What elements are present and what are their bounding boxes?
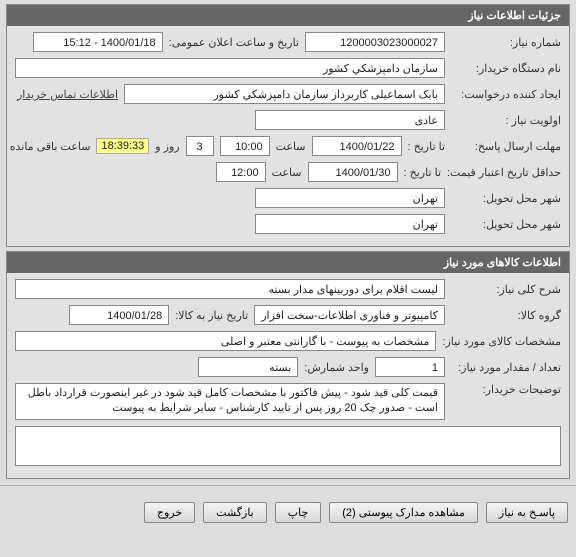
goods-body: شرح کلی نیاز: لیست اقلام برای دوربینهای … [7, 273, 569, 478]
remaining-days-field: 3 [186, 136, 214, 156]
row-need-number: شماره نیاز: 1200003023000027 تاریخ و ساع… [15, 32, 561, 52]
delivery-city-field-2: تهران [255, 214, 445, 234]
row-delivery-city-1: شهر محل تحویل: تهران [15, 188, 561, 208]
remaining-tail-label: ساعت باقی مانده [10, 140, 91, 153]
divider [0, 485, 576, 486]
spec-label: مشخصات کالای مورد نیاز: [442, 335, 561, 348]
row-spec: مشخصات کالای مورد نیاز: مشخصات به پیوست … [15, 331, 561, 351]
general-desc-label: شرح کلی نیاز: [451, 283, 561, 296]
unit-label: واحد شمارش: [304, 361, 369, 374]
announce-datetime-field: 1400/01/18 - 15:12 [33, 32, 163, 52]
min-valid-time-field: 12:00 [216, 162, 266, 182]
row-general-desc: شرح کلی نیاز: لیست اقلام برای دوربینهای … [15, 279, 561, 299]
need-details-panel: جزئیات اطلاعات نیاز شماره نیاز: 12000030… [6, 4, 570, 247]
need-details-body: شماره نیاز: 1200003023000027 تاریخ و ساع… [7, 26, 569, 246]
need-date-goods-label: تاریخ نیاز به کالا: [175, 309, 248, 322]
row-qty: تعداد / مقدار مورد نیاز: 1 واحد شمارش: ب… [15, 357, 561, 377]
min-valid-until-label: تا تاریخ : [404, 166, 441, 179]
buyer-notes-field: قیمت کلی قید شود - پیش فاکتور با مشخصات … [15, 383, 445, 420]
row-deadline: مهلت ارسال پاسخ: تا تاریخ : 1400/01/22 س… [15, 136, 561, 156]
creator-field: بابک اسماعیلی کاربرداز سازمان دامپزشکي ک… [124, 84, 445, 104]
print-button[interactable]: چاپ [275, 502, 322, 523]
exit-button[interactable]: خروج [144, 502, 195, 523]
goods-panel: اطلاعات کالاهای مورد نیاز شرح کلی نیاز: … [6, 251, 570, 479]
remaining-days-label: روز و [155, 140, 179, 153]
announce-datetime-label: تاریخ و ساعت اعلان عمومی: [169, 36, 299, 49]
row-group: گروه کالا: کامپیوتر و فناوری اطلاعات-سخت… [15, 305, 561, 325]
view-attachments-button[interactable]: مشاهده مدارک پیوستی (2) [329, 502, 478, 523]
qty-label: تعداد / مقدار مورد نیاز: [451, 361, 561, 374]
deadline-time-field: 10:00 [220, 136, 270, 156]
row-min-valid: حداقل تاریخ اعتبار قیمت: تا تاریخ : 1400… [15, 162, 561, 182]
row-creator: ایجاد کننده درخواست: بابک اسماعیلی کاربر… [15, 84, 561, 104]
delivery-city-label-1: شهر محل تحویل: [451, 192, 561, 205]
notes-textarea[interactable] [15, 426, 561, 466]
buyer-notes-label: توضیحات خریدار: [451, 383, 561, 396]
remaining-time-highlight: 18:39:33 [96, 138, 149, 154]
need-number-label: شماره نیاز: [451, 36, 561, 49]
group-field: کامپیوتر و فناوری اطلاعات-سخت افزار [254, 305, 445, 325]
need-details-header: جزئیات اطلاعات نیاز [7, 5, 569, 26]
button-bar: پاسـخ به نیاز مشاهده مدارک پیوستی (2) چا… [0, 492, 576, 529]
creator-label: ایجاد کننده درخواست: [451, 88, 561, 101]
reply-button[interactable]: پاسـخ به نیاز [486, 502, 568, 523]
delivery-city-field-1: تهران [255, 188, 445, 208]
back-button[interactable]: بازگشت [203, 502, 267, 523]
deadline-date-field: 1400/01/22 [312, 136, 402, 156]
row-delivery-city-2: شهر محل تحویل: تهران [15, 214, 561, 234]
contact-buyer-link[interactable]: اطلاعات تماس خریدار [17, 88, 118, 101]
group-label: گروه کالا: [451, 309, 561, 322]
qty-field: 1 [375, 357, 445, 377]
priority-field: عادی [255, 110, 445, 130]
min-valid-date-field: 1400/01/30 [308, 162, 398, 182]
row-org: نام دستگاه خریدار: سازمان دامپزشکي کشور [15, 58, 561, 78]
unit-field: بسته [198, 357, 298, 377]
min-valid-label: حداقل تاریخ اعتبار قیمت: [447, 166, 561, 179]
goods-header: اطلاعات کالاهای مورد نیاز [7, 252, 569, 273]
spec-field: مشخصات به پیوست - با گارانتی معتبر و اصل… [15, 331, 436, 351]
row-priority: اولویت نیاز : عادی [15, 110, 561, 130]
delivery-city-label-2: شهر محل تحویل: [451, 218, 561, 231]
row-buyer-notes: توضیحات خریدار: قیمت کلی قید شود - پیش ف… [15, 383, 561, 420]
priority-label: اولویت نیاز : [451, 114, 561, 127]
row-textarea [15, 426, 561, 466]
deadline-hour-label: ساعت [276, 140, 306, 153]
org-label: نام دستگاه خریدار: [451, 62, 561, 75]
need-number-field: 1200003023000027 [305, 32, 445, 52]
until-date-label: تا تاریخ : [408, 140, 445, 153]
general-desc-field: لیست اقلام برای دوربینهای مدار بسته [15, 279, 445, 299]
deadline-send-label: مهلت ارسال پاسخ: [451, 140, 561, 153]
org-field: سازمان دامپزشکي کشور [15, 58, 445, 78]
need-date-goods-field: 1400/01/28 [69, 305, 169, 325]
min-valid-hour-label: ساعت [272, 166, 302, 179]
